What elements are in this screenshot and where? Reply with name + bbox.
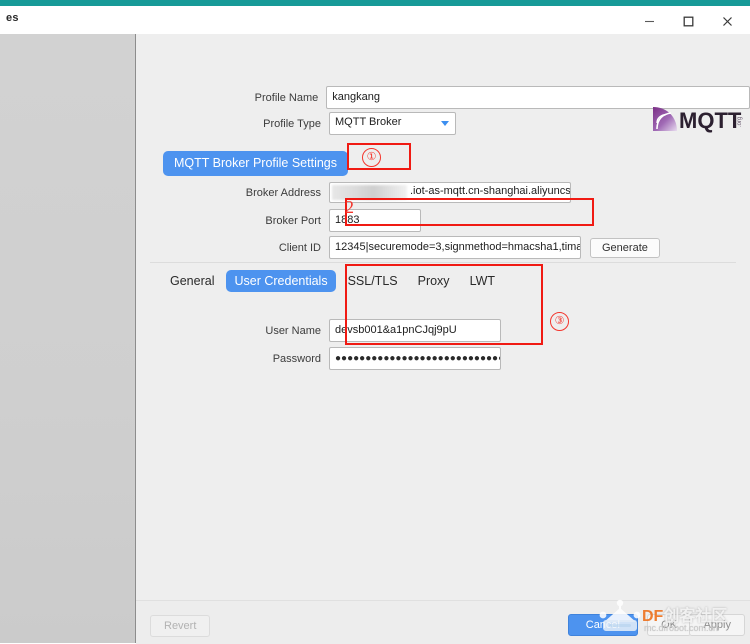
- application-window: es Profile Name kangkang Profile Type MQ…: [0, 0, 750, 644]
- close-button[interactable]: [708, 10, 746, 32]
- maximize-icon: [683, 16, 693, 26]
- client-id-label: Client ID: [278, 241, 321, 254]
- generate-button[interactable]: Generate: [590, 237, 660, 258]
- broker-address-value: .iot-as-mqtt.cn-shanghai.aliyuncs.cor: [410, 185, 571, 197]
- broker-address-label: Broker Address: [245, 186, 321, 199]
- tab-user-credentials[interactable]: User Credentials: [226, 270, 336, 292]
- dialog-footer: Revert Cancel OK Apply: [136, 600, 750, 644]
- mqtt-logo: MQTT .org: [651, 105, 746, 133]
- revert-button[interactable]: Revert: [150, 615, 211, 637]
- password-row: Password ●●●●●●●●●●●●●●●●●●●●●●●●●●●●●: [136, 347, 501, 370]
- window-title: es: [6, 12, 19, 24]
- annotation-marker-2: 2: [345, 197, 354, 217]
- apply-button[interactable]: Apply: [689, 614, 745, 636]
- client-id-row: Client ID 12345|securemode=3,signmethod=…: [136, 236, 660, 259]
- annotation-marker-1: ①: [362, 148, 381, 167]
- close-icon: [722, 16, 732, 26]
- broker-port-label: Broker Port: [265, 214, 321, 227]
- section-divider: [150, 262, 736, 263]
- mqtt-broker-profile-settings-header[interactable]: MQTT Broker Profile Settings: [163, 151, 349, 176]
- profile-name-label: Profile Name: [254, 91, 319, 104]
- profile-type-row: Profile Type MQTT Broker: [136, 112, 456, 135]
- tab-general[interactable]: General: [162, 270, 222, 292]
- sidebar-panel[interactable]: [0, 34, 136, 643]
- profile-type-select[interactable]: MQTT Broker: [329, 112, 456, 135]
- minimize-button[interactable]: [630, 10, 668, 32]
- password-label: Password: [272, 352, 321, 365]
- svg-text:.org: .org: [737, 117, 743, 127]
- title-bar: es: [0, 6, 750, 35]
- profile-type-label: Profile Type: [263, 117, 321, 130]
- ok-button[interactable]: OK: [647, 614, 691, 636]
- user-name-label: User Name: [265, 324, 321, 337]
- mqtt-logo-icon: MQTT .org: [653, 107, 743, 133]
- password-input[interactable]: ●●●●●●●●●●●●●●●●●●●●●●●●●●●●●: [329, 347, 501, 370]
- annotation-box-2: [345, 198, 594, 226]
- cancel-button[interactable]: Cancel: [567, 614, 638, 636]
- svg-text:MQTT: MQTT: [679, 108, 742, 133]
- maximize-button[interactable]: [669, 10, 707, 32]
- annotation-box-3: [345, 264, 543, 345]
- profile-type-value: MQTT Broker: [335, 116, 402, 128]
- annotation-marker-3: ③: [550, 312, 569, 331]
- client-id-input[interactable]: 12345|securemode=3,signmethod=hmacsha1,t…: [329, 236, 581, 259]
- chevron-down-icon: [441, 121, 449, 126]
- minimize-icon: [644, 20, 654, 22]
